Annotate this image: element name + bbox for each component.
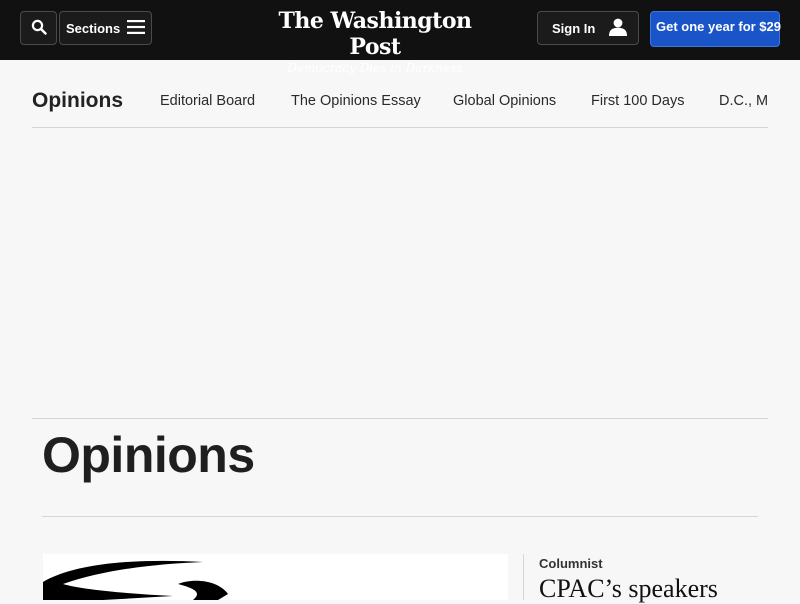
search-icon: [31, 19, 47, 38]
sign-in-label: Sign In: [552, 20, 596, 36]
masthead-title: The Washington Post: [278, 8, 472, 60]
sections-button[interactable]: Sections: [59, 11, 152, 45]
user-icon: [608, 18, 628, 39]
page-title: Opinions: [42, 427, 255, 483]
masthead-logo[interactable]: The Washington Post Democracy Dies in Da…: [260, 8, 490, 76]
sign-in-button[interactable]: Sign In: [537, 11, 639, 45]
lead-story-image[interactable]: [43, 554, 508, 600]
subnav-link-dc-md-va[interactable]: D.C., M: [719, 93, 768, 109]
subnav-link-first-100-days[interactable]: First 100 Days: [591, 93, 684, 109]
sections-label: Sections: [66, 20, 121, 36]
heading-divider: [42, 516, 758, 517]
masthead-tagline: Democracy Dies in Darkness: [287, 61, 463, 75]
subscribe-label: Get one year for $29: [656, 19, 781, 34]
column-divider: [523, 554, 524, 600]
menu-icon: [127, 19, 145, 37]
subnav-link-global-opinions[interactable]: Global Opinions: [453, 93, 556, 109]
story-kicker[interactable]: Columnist: [539, 556, 603, 571]
subscribe-button[interactable]: Get one year for $29: [650, 11, 781, 47]
search-button[interactable]: [20, 11, 57, 45]
subnav-title[interactable]: Opinions: [32, 89, 123, 113]
opinions-subnav: Opinions Editorial Board The Opinions Es…: [32, 76, 768, 128]
subnav-link-opinions-essay[interactable]: The Opinions Essay: [291, 93, 421, 109]
top-navigation-bar: Sections The Washington Post Democracy D…: [0, 0, 800, 75]
subnav-link-editorial-board[interactable]: Editorial Board: [160, 93, 255, 109]
ad-divider: [32, 418, 768, 419]
